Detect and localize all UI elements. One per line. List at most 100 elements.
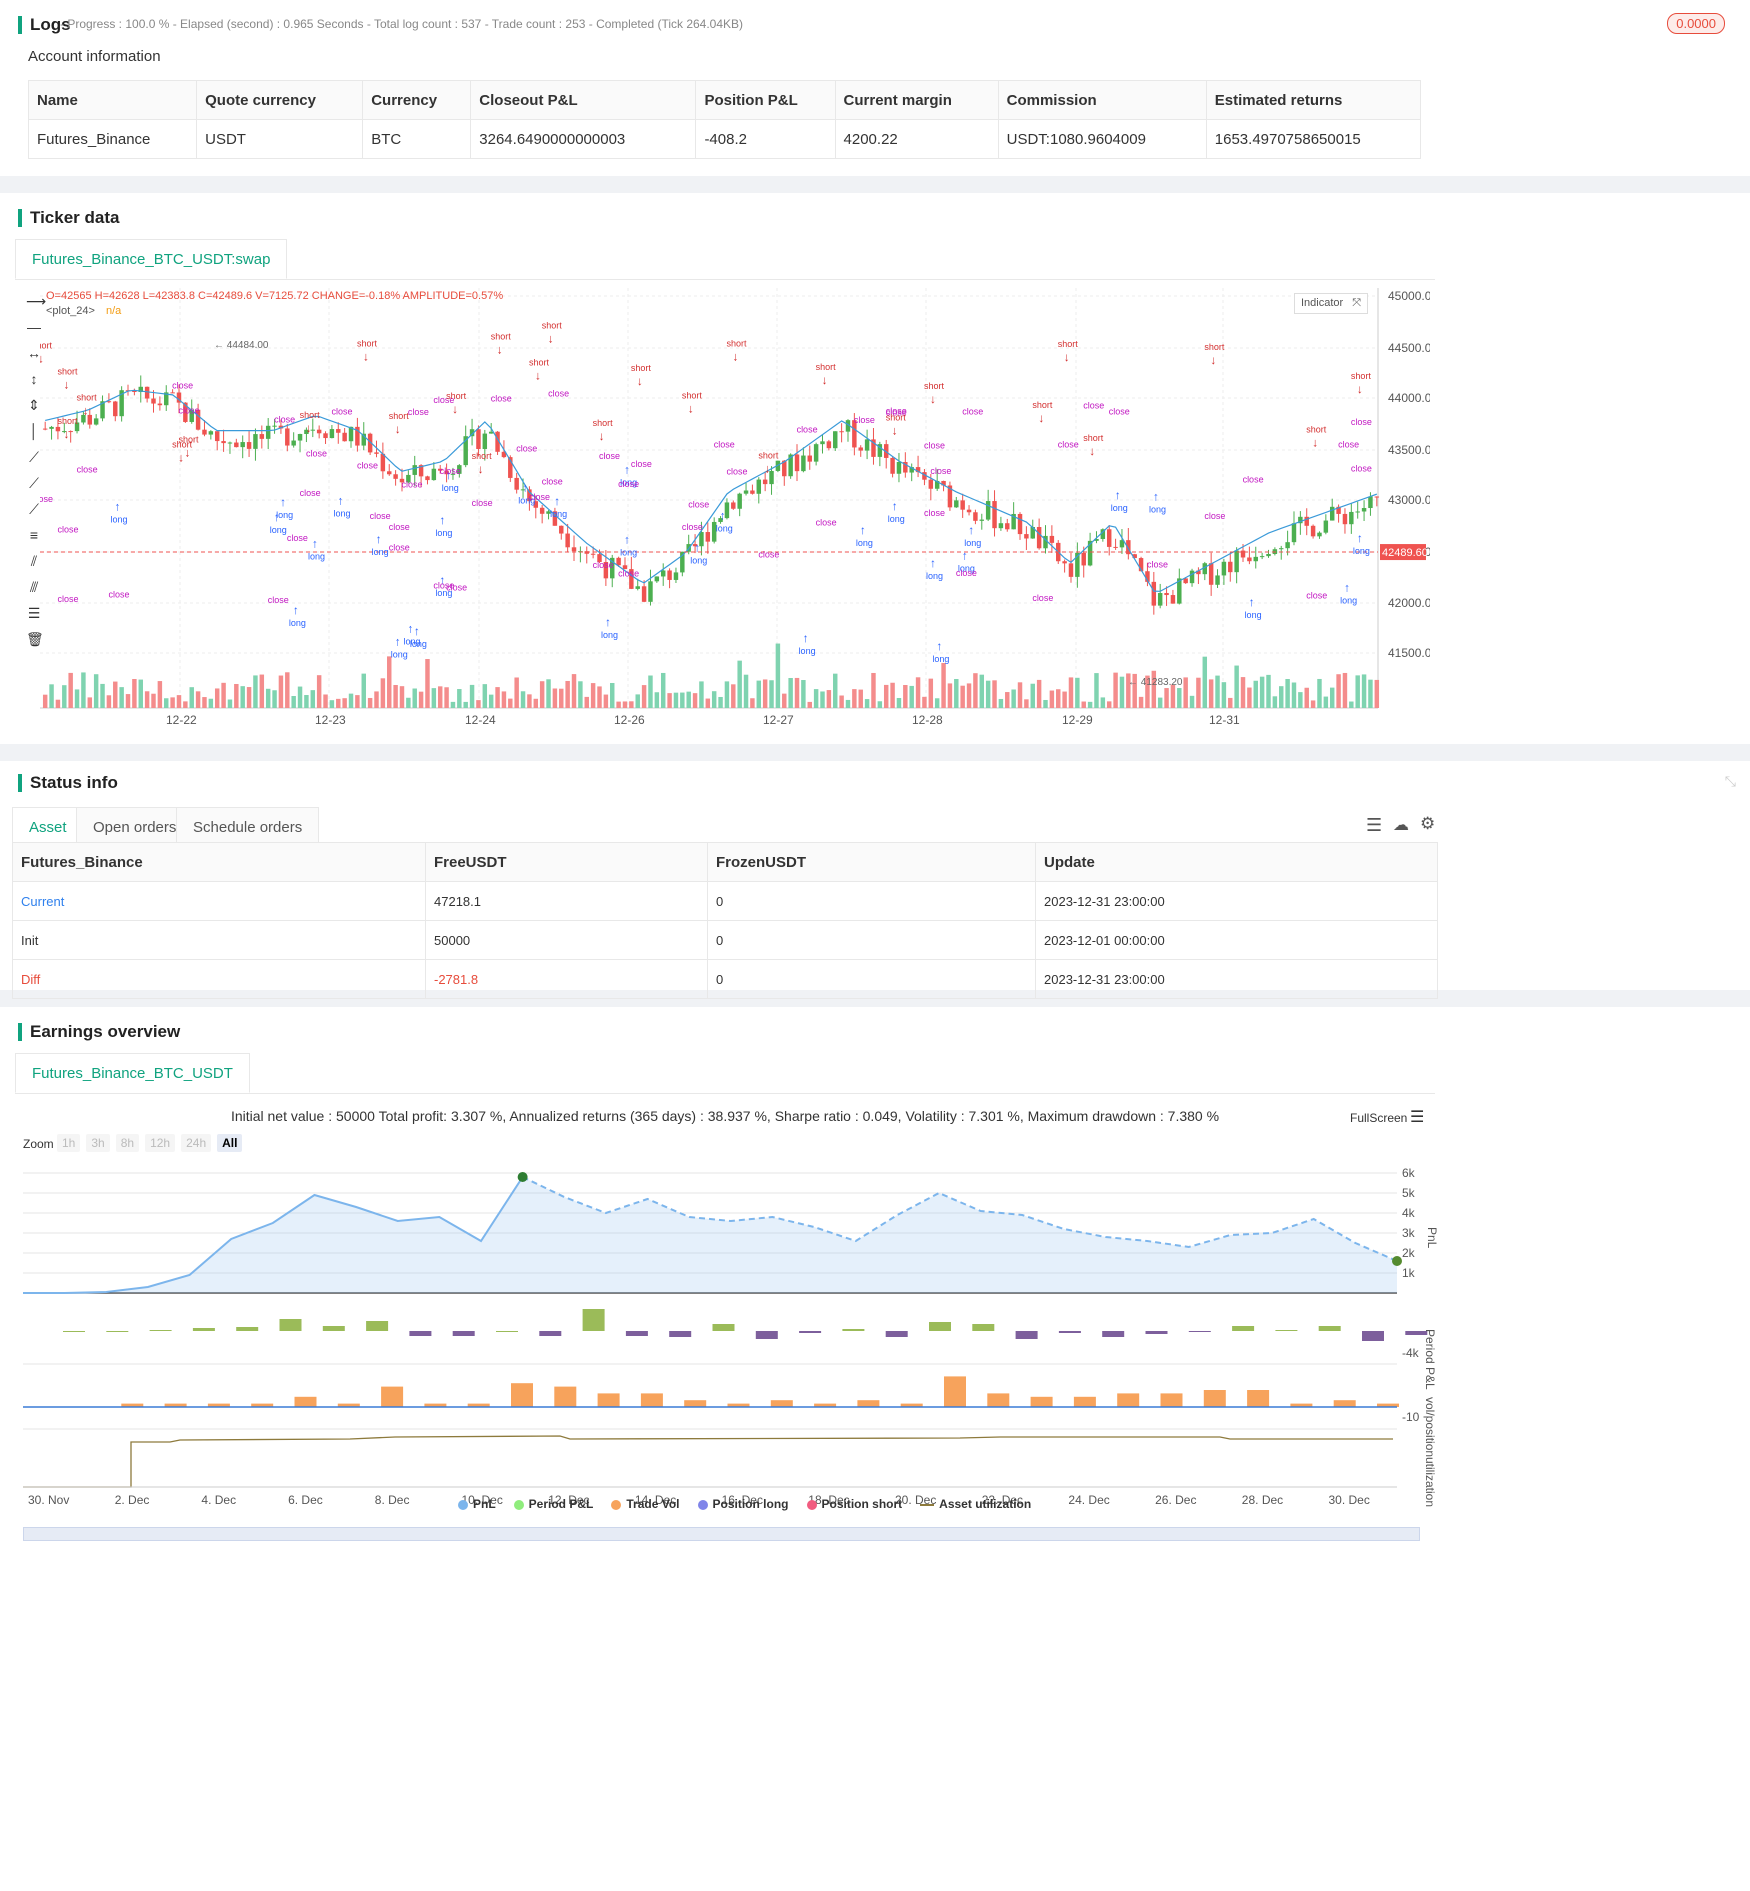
tab-schedule-orders[interactable]: Schedule orders — [176, 807, 320, 847]
candle — [1208, 563, 1214, 585]
period-pnl-bar — [63, 1331, 85, 1332]
cloud-download-icon[interactable]: ☁ — [1393, 815, 1409, 835]
short-marker: short — [357, 338, 378, 348]
x-tick-label: 6. Dec — [288, 1493, 323, 1507]
expand-icon[interactable]: ⤧ — [1352, 297, 1361, 309]
col-exchange: Futures_Binance — [12, 842, 426, 882]
y-tick-label: 43500.00 — [1388, 443, 1430, 457]
short-marker: short — [472, 451, 493, 461]
settings-icon[interactable]: ⚙ — [1420, 814, 1435, 834]
zoom-option-All[interactable]: All — [217, 1134, 243, 1152]
close-marker: close — [1338, 440, 1359, 450]
legend-item[interactable]: Trade Vol — [611, 1497, 680, 1511]
candle — [635, 586, 640, 589]
tab-ticker-symbol[interactable]: Futures_Binance_BTC_USDT:swap — [15, 239, 288, 279]
candle — [1374, 496, 1380, 498]
candle — [291, 440, 296, 446]
zoom-option-8h[interactable]: 8h — [115, 1134, 140, 1152]
long-marker: long — [799, 646, 816, 656]
volume-bar — [1056, 689, 1061, 708]
short-arrow-icon: ↓ — [764, 462, 770, 476]
candle — [393, 474, 398, 479]
legend-item[interactable]: Asset utilization — [920, 1497, 1031, 1511]
candle — [1215, 575, 1220, 585]
legend-item[interactable]: Position long — [697, 1497, 789, 1511]
volume-bar — [864, 699, 870, 708]
long-arrow-icon: ↑ — [1153, 489, 1159, 503]
short-arrow-icon: ↓ — [1089, 444, 1095, 458]
short-marker: short — [529, 357, 550, 367]
asset-table: Futures_Binance FreeUSDT FrozenUSDT Upda… — [12, 842, 1438, 999]
period-pnl-bar — [1188, 1331, 1211, 1332]
kline-chart[interactable]: 45000.00 44500.00 44000.00 43500.00 43000.00… — [40, 288, 1430, 738]
candle — [973, 512, 978, 521]
account-col-header: Commission — [997, 80, 1207, 120]
cell: 0 — [707, 920, 1036, 960]
account-col-header: Name — [27, 80, 198, 120]
candle — [1036, 527, 1042, 549]
volume-bar — [597, 686, 602, 708]
legend-dot-icon — [513, 1499, 524, 1510]
short-marker: short — [758, 451, 779, 461]
volume-bar — [240, 686, 245, 708]
trade-vol-bar — [987, 1393, 1010, 1407]
cell: 2023-12-01 00:00:00 — [1035, 920, 1438, 960]
short-arrow-icon: ↓ — [497, 343, 503, 357]
volume-bar — [1036, 679, 1042, 708]
long-arrow-icon: ↑ — [930, 556, 936, 570]
volume-bar — [450, 701, 456, 708]
cell: 2023-12-31 23:00:00 — [1035, 959, 1438, 999]
close-marker: close — [854, 415, 875, 425]
volume-bar — [635, 694, 640, 708]
volume-bar — [807, 701, 812, 708]
volume-bar — [801, 680, 806, 708]
candle — [743, 490, 749, 494]
volume-bar — [673, 692, 679, 708]
max-point — [517, 1172, 528, 1182]
tab-earnings-symbol[interactable]: Futures_Binance_BTC_USDT — [15, 1053, 250, 1093]
volume-bar — [1291, 682, 1297, 708]
volume-bar — [253, 675, 258, 708]
volume-bar — [641, 685, 647, 708]
long-marker: long — [964, 538, 981, 548]
close-marker: close — [1032, 593, 1053, 603]
earnings-title: Earnings overview — [18, 1022, 180, 1042]
volume-bar — [1068, 677, 1074, 708]
collapse-icon[interactable]: ⤡ — [1725, 773, 1736, 790]
close-marker: close — [402, 479, 423, 489]
short-marker: short — [682, 390, 703, 400]
period-pnl-bar — [582, 1309, 605, 1331]
close-marker: close — [682, 522, 703, 532]
indicator-button[interactable]: Indicator ⤧ — [1294, 293, 1369, 314]
zoom-option-3h[interactable]: 3h — [86, 1134, 110, 1152]
volume-bar — [1183, 677, 1188, 708]
legend-item[interactable]: Period P&L — [513, 1497, 593, 1511]
long-arrow-icon: ↑ — [274, 510, 280, 524]
candle — [214, 431, 220, 442]
menu-icon[interactable]: ☰ — [1410, 1107, 1424, 1127]
zoom-option-12h[interactable]: 12h — [145, 1134, 176, 1152]
volume-bar — [1017, 682, 1023, 708]
trade-vol-bar — [1073, 1396, 1096, 1407]
candle — [641, 586, 647, 602]
period-pnl-bar — [106, 1331, 129, 1332]
trade-vol-bar — [1333, 1400, 1356, 1407]
zoom-option-1h[interactable]: 1h — [57, 1134, 81, 1152]
legend-item[interactable]: PnL — [458, 1497, 496, 1511]
volume-bar — [316, 675, 322, 708]
account-col-header: Estimated returns — [1205, 80, 1422, 120]
fullscreen-button[interactable]: FullScreen — [1350, 1111, 1407, 1125]
volume-bar — [214, 688, 220, 708]
legend-item[interactable]: Position short — [806, 1497, 902, 1511]
candle — [571, 547, 577, 552]
candle — [820, 441, 825, 445]
short-arrow-icon: ↓ — [688, 401, 694, 415]
volume-bar — [871, 672, 876, 708]
list-icon[interactable]: ☰ — [1366, 815, 1382, 836]
tab-asset[interactable]: Asset — [12, 807, 84, 847]
zoom-option-24h[interactable]: 24h — [181, 1134, 212, 1152]
navigator-scrollbar[interactable] — [23, 1527, 1420, 1541]
volume-bar — [55, 699, 61, 708]
candle — [253, 434, 258, 449]
volume-bar — [138, 679, 143, 708]
